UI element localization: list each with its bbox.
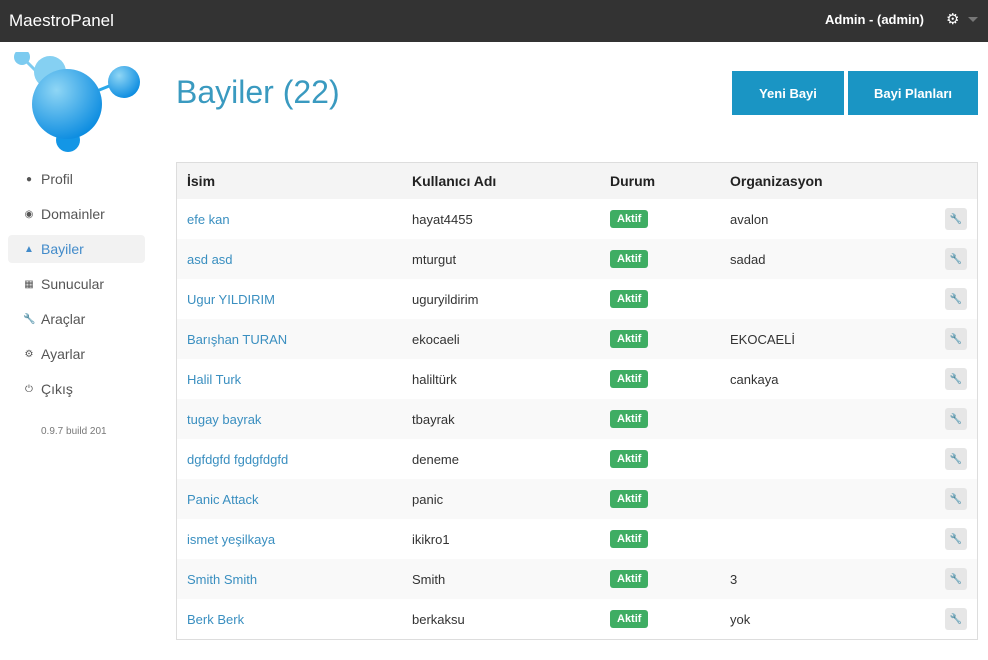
sidebar-item-2[interactable]: ▲ Bayiler (8, 235, 145, 263)
wrench-icon[interactable]: 🔧 (945, 288, 967, 310)
wrench-icon[interactable]: 🔧 (945, 608, 967, 630)
table-row: efe kan hayat4455 Aktif avalon 🔧 (177, 199, 977, 239)
col-username: Kullanıcı Adı (412, 173, 497, 189)
gear-icon[interactable]: ⚙ (946, 10, 959, 28)
status-badge: Aktif (610, 410, 649, 428)
table-row: Smith Smith Smith Aktif 3 🔧 (177, 559, 977, 599)
reseller-name-link[interactable]: Berk Berk (187, 612, 244, 627)
wrench-icon[interactable]: 🔧 (945, 408, 967, 430)
sidebar-item-label: Araçlar (41, 311, 86, 327)
table-row: Barışhan TURAN ekocaeli Aktif EKOCAELİ 🔧 (177, 319, 977, 359)
organization: sadad (730, 251, 766, 267)
reseller-name-link[interactable]: Halil Turk (187, 372, 241, 387)
wrench-icon[interactable]: 🔧 (945, 248, 967, 270)
organization: EKOCAELİ (730, 331, 796, 347)
username: haliltürk (412, 371, 457, 387)
reseller-name-link[interactable]: Ugur YILDIRIM (187, 292, 275, 307)
username: ekocaeli (412, 331, 460, 347)
sidebar-item-6[interactable]: ⏻ Çıkış (8, 375, 145, 403)
wrench-icon[interactable]: 🔧 (945, 448, 967, 470)
col-name: İsim (187, 173, 216, 189)
sidebar-item-label: Çıkış (41, 381, 73, 397)
reseller-name-link[interactable]: dgfdgfd fgdgfdgfd (187, 452, 288, 467)
table-header: İsim Kullanıcı Adı Durum Organizasyon (177, 163, 977, 199)
table-row: Berk Berk berkaksu Aktif yok 🔧 (177, 599, 977, 639)
sitemap-icon: ▲ (24, 243, 34, 255)
status-badge: Aktif (610, 210, 649, 228)
username: panic (412, 491, 444, 507)
sidebar-item-label: Bayiler (41, 241, 84, 257)
col-status: Durum (610, 173, 656, 189)
sidebar-item-label: Profil (41, 171, 73, 187)
table-row: Panic Attack panic Aktif 🔧 (177, 479, 977, 519)
username: berkaksu (412, 611, 465, 627)
logo (14, 52, 140, 152)
sidebar-nav: ● Profil ◉ Domainler ▲ Bayiler ▦ Sunucular 🔧 Araç… (8, 165, 145, 410)
reseller-name-link[interactable]: ismet yeşilkaya (187, 532, 275, 547)
username: tbayrak (412, 411, 455, 427)
wrench-icon[interactable]: 🔧 (945, 488, 967, 510)
username: uguryildirim (412, 291, 479, 307)
wrench-icon[interactable]: 🔧 (945, 528, 967, 550)
wrench-icon[interactable]: 🔧 (945, 208, 967, 230)
resellers-table: İsim Kullanıcı Adı Durum Organizasyon ef… (176, 162, 978, 640)
reseller-name-link[interactable]: Barışhan TURAN (187, 332, 287, 347)
chevron-down-icon[interactable] (968, 17, 978, 22)
status-badge: Aktif (610, 570, 649, 588)
version-text: 0.9.7 build 201 (41, 426, 107, 437)
user-icon: ● (25, 173, 33, 185)
status-badge: Aktif (610, 610, 649, 628)
reseller-name-link[interactable]: tugay bayrak (187, 412, 261, 427)
table-row: Ugur YILDIRIM uguryildirim Aktif 🔧 (177, 279, 977, 319)
gear-icon: ⚙ (24, 348, 34, 360)
page-title: Bayiler (22) (176, 74, 340, 110)
organization: avalon (730, 211, 769, 227)
status-badge: Aktif (610, 370, 649, 388)
reseller-name-link[interactable]: efe kan (187, 212, 230, 227)
wrench-icon[interactable]: 🔧 (945, 368, 967, 390)
organization: cankaya (730, 371, 779, 387)
username: mturgut (412, 251, 457, 267)
power-icon: ⏻ (25, 383, 33, 395)
wrench-icon[interactable]: 🔧 (945, 328, 967, 350)
table-row: Halil Turk haliltürk Aktif cankaya 🔧 (177, 359, 977, 399)
user-menu[interactable]: Admin - (admin) (825, 12, 924, 27)
reseller-name-link[interactable]: Panic Attack (187, 492, 259, 507)
wrench-icon[interactable]: 🔧 (945, 568, 967, 590)
username: Smith (412, 571, 446, 587)
username: ikikro1 (412, 531, 450, 547)
wrench-icon: 🔧 (23, 313, 36, 325)
sidebar-item-0[interactable]: ● Profil (8, 165, 145, 193)
organization: 3 (730, 571, 738, 587)
server-icon: ▦ (24, 278, 34, 290)
sidebar-item-3[interactable]: ▦ Sunucular (8, 270, 145, 298)
status-badge: Aktif (610, 530, 649, 548)
reseller-name-link[interactable]: Smith Smith (187, 572, 257, 587)
sidebar-item-label: Sunucular (41, 276, 105, 292)
sidebar-item-label: Domainler (41, 206, 105, 222)
reseller-name-link[interactable]: asd asd (187, 252, 233, 267)
sidebar-item-1[interactable]: ◉ Domainler (8, 200, 145, 228)
sidebar-item-label: Ayarlar (41, 346, 86, 362)
globe-icon: ◉ (24, 208, 34, 220)
table-row: dgfdgfd fgdgfdgfd deneme Aktif 🔧 (177, 439, 977, 479)
organization: yok (730, 611, 751, 627)
brand-logo-text[interactable]: MaestroPanel (9, 11, 114, 31)
table-row: asd asd mturgut Aktif sadad 🔧 (177, 239, 977, 279)
status-badge: Aktif (610, 250, 649, 268)
col-organization: Organizasyon (730, 173, 823, 189)
new-reseller-button[interactable]: Yeni Bayi (732, 71, 844, 115)
username: hayat4455 (412, 211, 473, 227)
table-row: ismet yeşilkaya ikikro1 Aktif 🔧 (177, 519, 977, 559)
username: deneme (412, 451, 459, 467)
reseller-plans-button[interactable]: Bayi Planları (848, 71, 978, 115)
status-badge: Aktif (610, 330, 649, 348)
top-navbar: MaestroPanel Admin - (admin) ⚙ (0, 0, 988, 42)
status-badge: Aktif (610, 490, 649, 508)
status-badge: Aktif (610, 290, 649, 308)
table-row: tugay bayrak tbayrak Aktif 🔧 (177, 399, 977, 439)
status-badge: Aktif (610, 450, 649, 468)
sidebar-item-5[interactable]: ⚙ Ayarlar (8, 340, 145, 368)
sidebar-item-4[interactable]: 🔧 Araçlar (8, 305, 145, 333)
